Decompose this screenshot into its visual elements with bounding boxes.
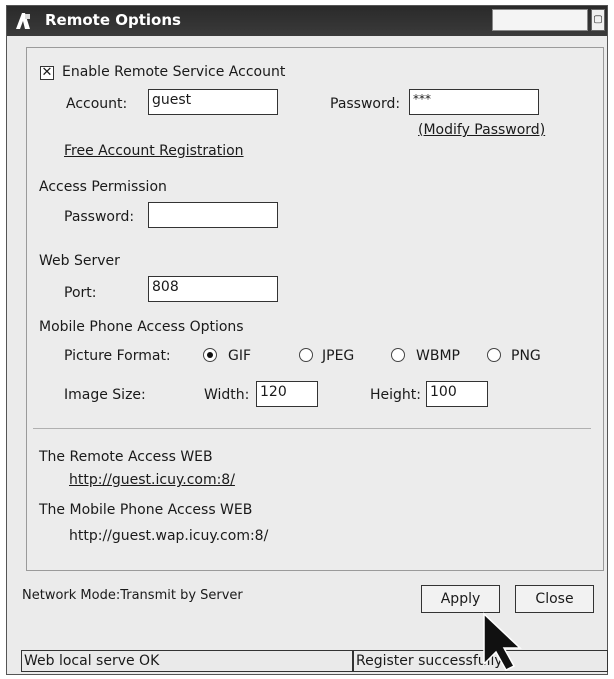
port-label: Port: [64,285,97,301]
height-label: Height: [370,387,421,403]
app-icon [16,13,30,29]
radio-png[interactable] [487,348,501,362]
radio-gif[interactable] [203,348,217,362]
radio-jpeg-label: JPEG [322,348,355,364]
password-label: Password: [330,96,401,112]
width-field[interactable]: 120 [256,381,318,407]
access-permission-heading: Access Permission [39,179,167,195]
web-server-heading: Web Server [39,253,120,269]
port-field[interactable]: 808 [148,276,278,302]
access-password-label: Password: [64,209,135,225]
enable-remote-account-label: Enable Remote Service Account [62,64,286,80]
remote-web-link[interactable]: http://guest.icuy.com:8/ [69,472,235,488]
password-field[interactable]: *** [409,89,539,115]
radio-wbmp-label: WBMP [416,348,460,364]
modify-password-link[interactable]: (Modify Password) [418,122,545,138]
apply-button[interactable]: Apply [421,585,500,613]
account-field[interactable]: guest [148,89,278,115]
account-label: Account: [66,96,128,112]
separator [33,428,591,429]
network-mode-text: Network Mode:Transmit by Server [22,588,243,603]
free-account-registration-link[interactable]: Free Account Registration [64,143,244,159]
status-right: Register successfully [353,650,608,672]
remote-web-heading: The Remote Access WEB [39,449,213,465]
mobile-web-heading: The Mobile Phone Access WEB [39,502,253,518]
radio-jpeg[interactable] [299,348,313,362]
title-bar-blank-area [492,9,588,31]
mobile-web-url: http://guest.wap.icuy.com:8/ [69,528,269,544]
width-label: Width: [204,387,250,403]
enable-remote-account-checkbox[interactable]: ✕ [40,66,54,80]
radio-wbmp[interactable] [391,348,405,362]
mouse-cursor-icon [483,612,522,671]
radio-gif-label: GIF [228,348,252,364]
title-bar[interactable]: Remote Options ▢ [7,6,607,36]
mobile-options-heading: Mobile Phone Access Options [39,319,244,335]
access-password-field[interactable] [148,202,278,228]
window-title: Remote Options [45,11,181,29]
radio-png-label: PNG [511,348,541,364]
image-size-label: Image Size: [64,387,146,403]
restore-icon[interactable]: ▢ [591,9,605,31]
close-button[interactable]: Close [515,585,594,613]
picture-format-label: Picture Format: [64,348,171,364]
status-left: Web local serve OK [21,650,353,672]
height-field[interactable]: 100 [426,381,488,407]
